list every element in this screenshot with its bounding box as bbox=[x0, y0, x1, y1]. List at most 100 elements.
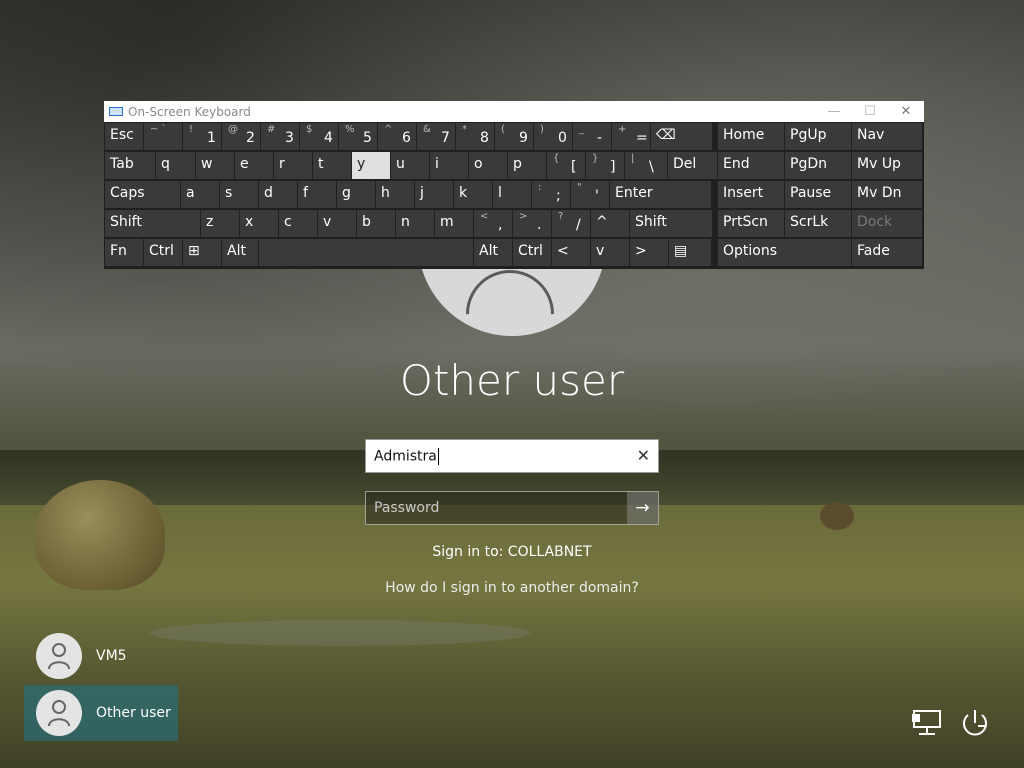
key-i[interactable]: i bbox=[429, 151, 469, 180]
key-symbol[interactable]: }] bbox=[585, 151, 625, 180]
key-space[interactable] bbox=[258, 238, 474, 267]
key-num3[interactable]: #3 bbox=[260, 122, 300, 151]
key-num[interactable]: ~ ` bbox=[143, 122, 183, 151]
key-nav[interactable]: Nav bbox=[851, 122, 923, 151]
other-domain-link[interactable]: How do I sign in to another domain? bbox=[0, 580, 1024, 596]
key-num1[interactable]: ! 1 bbox=[182, 122, 222, 151]
key-f[interactable]: f bbox=[297, 180, 337, 209]
key-alt-right[interactable]: Alt bbox=[473, 238, 513, 267]
key-fade[interactable]: Fade bbox=[851, 238, 923, 267]
key-num6[interactable]: ^ 6 bbox=[377, 122, 417, 151]
key-d[interactable]: d bbox=[258, 180, 298, 209]
key-dock[interactable]: Dock bbox=[851, 209, 923, 238]
minimize-button[interactable]: — bbox=[816, 101, 852, 122]
username-field[interactable]: Admistra ✕ bbox=[365, 439, 659, 473]
password-field[interactable]: Password → bbox=[365, 491, 659, 525]
key-right-arrow[interactable]: > bbox=[629, 238, 669, 267]
key-insert[interactable]: Insert bbox=[717, 180, 785, 209]
key-slash[interactable]: ? / bbox=[551, 209, 591, 238]
key-num9[interactable]: (9 bbox=[494, 122, 534, 151]
key-g[interactable]: g bbox=[336, 180, 376, 209]
osk-titlebar[interactable]: On-Screen Keyboard — ☐ ✕ bbox=[104, 101, 924, 122]
key-p[interactable]: p bbox=[507, 151, 547, 180]
network-icon[interactable] bbox=[911, 706, 945, 740]
key-num8[interactable]: * 8 bbox=[455, 122, 495, 151]
key-x[interactable]: x bbox=[239, 209, 279, 238]
key-pause[interactable]: Pause bbox=[784, 180, 852, 209]
key-quote[interactable]: " ' bbox=[570, 180, 610, 209]
key-m[interactable]: m bbox=[434, 209, 474, 238]
key-period[interactable]: >. bbox=[512, 209, 552, 238]
clear-icon[interactable]: ✕ bbox=[637, 446, 650, 465]
key-a[interactable]: a bbox=[180, 180, 220, 209]
key-n[interactable]: n bbox=[395, 209, 435, 238]
key-k[interactable]: k bbox=[453, 180, 493, 209]
key-num: , bbox=[498, 217, 503, 233]
key-down-arrow[interactable]: v bbox=[590, 238, 630, 267]
power-icon[interactable] bbox=[958, 706, 992, 740]
user-tile-vm5[interactable]: VM5 bbox=[24, 628, 178, 684]
key-uparrow[interactable]: ^ bbox=[590, 209, 630, 238]
maximize-button[interactable]: ☐ bbox=[852, 101, 888, 122]
key-scrlk[interactable]: ScrLk bbox=[784, 209, 852, 238]
key-shift[interactable]: Shift bbox=[104, 209, 201, 238]
key-h[interactable]: h bbox=[375, 180, 415, 209]
close-button[interactable]: ✕ bbox=[888, 101, 924, 122]
key-num7[interactable]: & 7 bbox=[416, 122, 456, 151]
key-num2[interactable]: @2 bbox=[221, 122, 261, 151]
key-ctrl-left[interactable]: Ctrl bbox=[143, 238, 183, 267]
key-y[interactable]: y bbox=[351, 151, 391, 180]
key-lbl: c bbox=[284, 214, 292, 230]
key-num0[interactable]: ) 0 bbox=[533, 122, 573, 151]
key-w[interactable]: w bbox=[195, 151, 235, 180]
osk-title-text: On-Screen Keyboard bbox=[128, 104, 251, 119]
key-backslash[interactable]: | \ bbox=[624, 151, 668, 180]
key-left-arrow[interactable]: < bbox=[551, 238, 591, 267]
key-end[interactable]: End bbox=[717, 151, 785, 180]
key-del[interactable]: Del bbox=[667, 151, 718, 180]
key-comma[interactable]: <, bbox=[473, 209, 513, 238]
key-pgup[interactable]: PgUp bbox=[784, 122, 852, 151]
key-lbl: Caps bbox=[110, 185, 145, 201]
key-windows[interactable]: ⊞ bbox=[182, 238, 222, 267]
key-mvup[interactable]: Mv Up bbox=[851, 151, 923, 180]
key-num4[interactable]: $4 bbox=[299, 122, 339, 151]
key-symbol[interactable]: ⌫ bbox=[650, 122, 713, 151]
key-u[interactable]: u bbox=[390, 151, 430, 180]
key-menu[interactable]: ▤ bbox=[668, 238, 712, 267]
key-l[interactable]: l bbox=[492, 180, 532, 209]
key-shift[interactable]: Shift bbox=[629, 209, 713, 238]
key-num[interactable]: _ - bbox=[572, 122, 612, 151]
key-esc[interactable]: Esc bbox=[104, 122, 144, 151]
key-alt-left[interactable]: Alt bbox=[221, 238, 259, 267]
user-tile-other-user[interactable]: Other user bbox=[24, 685, 178, 741]
key-symbol[interactable]: {[ bbox=[546, 151, 586, 180]
key-s[interactable]: s bbox=[219, 180, 259, 209]
key-tab[interactable]: Tab bbox=[104, 151, 156, 180]
key-num[interactable]: + = bbox=[611, 122, 651, 151]
key-semicolon[interactable]: :; bbox=[531, 180, 571, 209]
key-pgdn[interactable]: PgDn bbox=[784, 151, 852, 180]
key-mvdn[interactable]: Mv Dn bbox=[851, 180, 923, 209]
key-options[interactable]: Options bbox=[717, 238, 852, 267]
key-v[interactable]: v bbox=[317, 209, 357, 238]
key-o[interactable]: o bbox=[468, 151, 508, 180]
key-z[interactable]: z bbox=[200, 209, 240, 238]
key-r[interactable]: r bbox=[273, 151, 313, 180]
key-j[interactable]: j bbox=[414, 180, 454, 209]
key-q[interactable]: q bbox=[155, 151, 196, 180]
key-fn[interactable]: Fn bbox=[104, 238, 144, 267]
key-c[interactable]: c bbox=[278, 209, 318, 238]
user-avatar-icon bbox=[36, 633, 82, 679]
key-t[interactable]: t bbox=[312, 151, 352, 180]
key-num5[interactable]: % 5 bbox=[338, 122, 378, 151]
key-enter[interactable]: Enter bbox=[609, 180, 712, 209]
submit-arrow-button[interactable]: → bbox=[627, 492, 658, 524]
key-prtscn[interactable]: PrtScn bbox=[717, 209, 785, 238]
key-home[interactable]: Home bbox=[717, 122, 785, 151]
key-ctrl-right[interactable]: Ctrl bbox=[512, 238, 552, 267]
key-e[interactable]: e bbox=[234, 151, 274, 180]
key-lbl: Pause bbox=[790, 185, 832, 201]
key-b[interactable]: b bbox=[356, 209, 396, 238]
key-caps[interactable]: Caps bbox=[104, 180, 181, 209]
